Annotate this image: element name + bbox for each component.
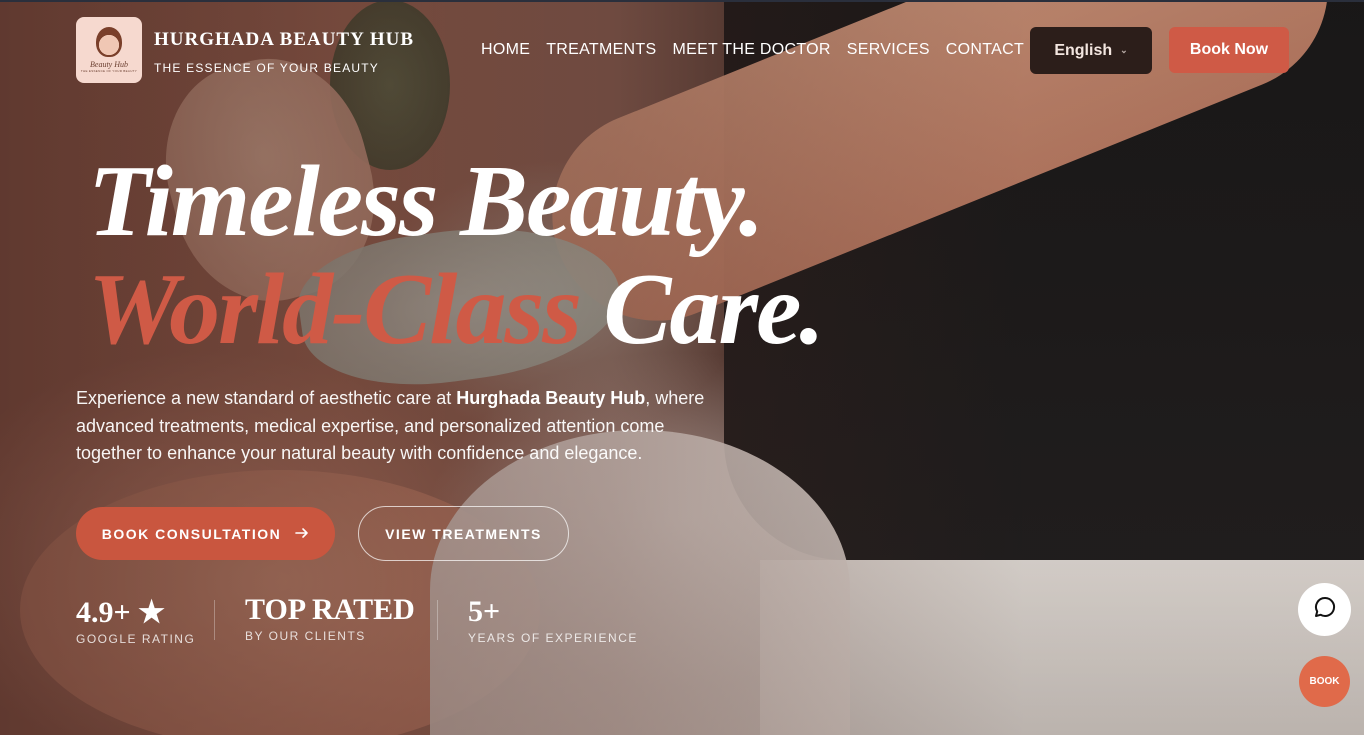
- logo[interactable]: Beauty Hub THE ESSENCE OF YOUR BEAUTY: [76, 17, 142, 83]
- headline-line-2: World-Class Care.: [88, 253, 825, 366]
- hero-overlay: [0, 0, 1364, 735]
- stat-divider: [214, 600, 215, 640]
- book-now-button[interactable]: Book Now: [1169, 27, 1289, 73]
- stat-top-rated: TOP RATED BY OUR CLIENTS: [245, 593, 415, 643]
- hero-intro: Experience a new standard of aesthetic c…: [76, 385, 716, 468]
- stat-label: YEARS OF EXPERIENCE: [468, 631, 638, 645]
- brand-tagline: THE ESSENCE OF YOUR BEAUTY: [154, 61, 380, 75]
- brand-name[interactable]: HURGHADA BEAUTY HUB: [154, 29, 414, 51]
- language-select[interactable]: English ⌄: [1030, 27, 1152, 74]
- logo-text: Beauty Hub: [90, 60, 128, 69]
- intro-text-before: Experience a new standard of aesthetic c…: [76, 388, 457, 408]
- nav-meet-the-doctor[interactable]: MEET THE DOCTOR: [672, 41, 830, 59]
- logo-subtext: THE ESSENCE OF YOUR BEAUTY: [80, 69, 138, 73]
- chevron-down-icon: ⌄: [1120, 45, 1128, 55]
- stat-experience: 5+ YEARS OF EXPERIENCE: [468, 595, 638, 645]
- stat-google-rating: 4.9+ ★ GOOGLE RATING: [76, 595, 195, 646]
- book-consultation-label: BOOK CONSULTATION: [101, 525, 282, 542]
- language-value: English: [1054, 41, 1113, 59]
- nav-home[interactable]: HOME: [481, 41, 530, 59]
- stat-value: 5+: [468, 595, 501, 628]
- view-treatments-button[interactable]: VIEW TREATMENTS: [358, 506, 569, 561]
- stat-divider: [437, 600, 438, 640]
- nav-contact[interactable]: CONTACT: [946, 41, 1024, 59]
- intro-brand: Hurghada Beauty Hub: [456, 388, 646, 408]
- stat-label: GOOGLE RATING: [76, 632, 196, 646]
- arrow-right-icon: [295, 526, 309, 542]
- main-nav: HOME TREATMENTS MEET THE DOCTOR SERVICES…: [481, 41, 1024, 59]
- headline-line-1: Timeless Beauty.: [88, 145, 764, 258]
- site-header: Beauty Hub THE ESSENCE OF YOUR BEAUTY HU…: [0, 0, 1364, 100]
- book-floating-button[interactable]: BOOK: [1299, 656, 1350, 707]
- chat-button[interactable]: [1298, 583, 1351, 636]
- nav-services[interactable]: SERVICES: [847, 41, 930, 59]
- stat-value: 4.9+ ★: [76, 596, 165, 629]
- nav-treatments[interactable]: TREATMENTS: [546, 41, 656, 59]
- logo-portrait-icon: [96, 27, 122, 57]
- headline-accent: World-Class: [88, 253, 582, 366]
- chat-bubble-icon: [1313, 595, 1337, 624]
- headline-rest: Care.: [603, 253, 824, 366]
- stat-label: BY OUR CLIENTS: [245, 629, 366, 643]
- hero-background-image: [0, 0, 1364, 735]
- book-consultation-button[interactable]: BOOK CONSULTATION: [76, 507, 335, 560]
- stat-value: TOP RATED: [245, 593, 415, 626]
- hero-headline: Timeless Beauty. World-Class Care.: [88, 145, 825, 366]
